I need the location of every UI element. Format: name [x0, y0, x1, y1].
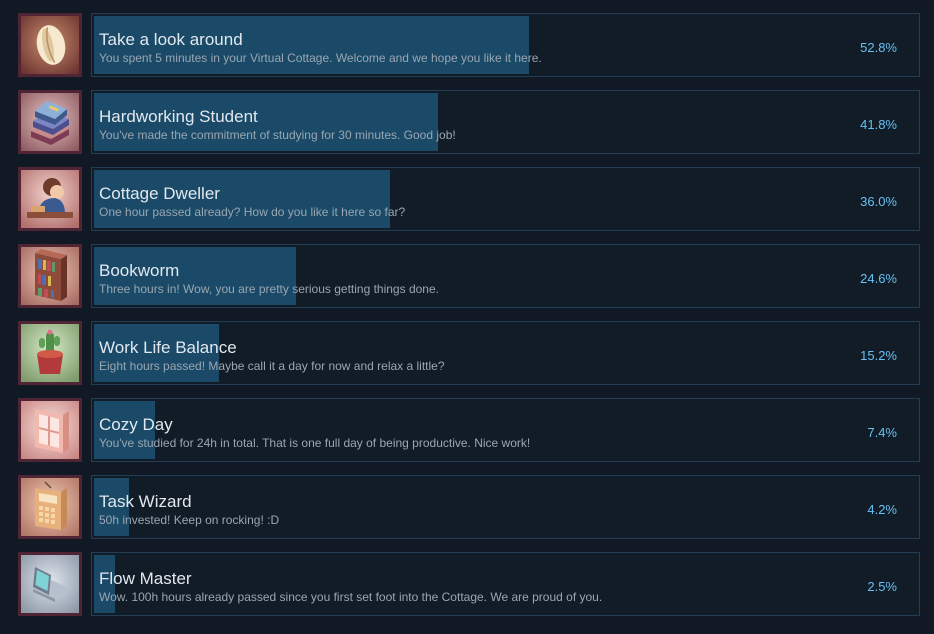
achievement-icon-frame [18, 244, 82, 308]
unlock-percentage: 4.2% [867, 502, 897, 517]
unlock-percentage: 15.2% [860, 348, 897, 363]
progress-bar: Take a look around You spent 5 minutes i… [91, 13, 920, 77]
achievement-row-bookworm[interactable]: Bookworm Three hours in! Wow, you are pr… [0, 244, 934, 308]
calculator-icon [21, 478, 79, 536]
achievement-description: One hour passed already? How do you like… [99, 205, 406, 219]
progress-bar: Cozy Day You've studied for 24h in total… [91, 398, 920, 462]
achievement-description: 50h invested! Keep on rocking! :D [99, 513, 280, 527]
coffee-bean-icon [21, 16, 79, 74]
achievement-icon-frame [18, 552, 82, 616]
person-at-desk-icon [21, 170, 79, 228]
achievement-description: Eight hours passed! Maybe call it a day … [99, 359, 445, 373]
progress-bar: Work Life Balance Eight hours passed! Ma… [91, 321, 920, 385]
progress-bar: Task Wizard 50h invested! Keep on rockin… [91, 475, 920, 539]
unlock-percentage: 52.8% [860, 40, 897, 55]
achievement-list: Take a look around You spent 5 minutes i… [0, 0, 934, 634]
achievement-title: Bookworm [99, 261, 180, 280]
window-icon [21, 401, 79, 459]
achievement-row-hardworking-student[interactable]: Hardworking Student You've made the comm… [0, 90, 934, 154]
unlock-percentage: 2.5% [867, 579, 897, 594]
achievement-description: You spent 5 minutes in your Virtual Cott… [99, 51, 542, 65]
achievement-icon-frame [18, 475, 82, 539]
book-stack-icon [21, 93, 79, 151]
achievement-row-flow-master[interactable]: Flow Master Wow. 100h hours already pass… [0, 552, 934, 616]
achievement-row-task-wizard[interactable]: Task Wizard 50h invested! Keep on rockin… [0, 475, 934, 539]
achievement-title: Hardworking Student [99, 107, 258, 126]
achievement-title: Cottage Dweller [99, 184, 220, 203]
achievement-title: Take a look around [99, 30, 243, 49]
achievement-row-cottage-dweller[interactable]: Cottage Dweller One hour passed already?… [0, 167, 934, 231]
achievement-title: Flow Master [99, 569, 192, 588]
progress-bar: Cottage Dweller One hour passed already?… [91, 167, 920, 231]
unlock-percentage: 41.8% [860, 117, 897, 132]
progress-bar: Bookworm Three hours in! Wow, you are pr… [91, 244, 920, 308]
unlock-percentage: 24.6% [860, 271, 897, 286]
achievement-description: Three hours in! Wow, you are pretty seri… [99, 282, 439, 296]
progress-bar: Flow Master Wow. 100h hours already pass… [91, 552, 920, 616]
laptop-icon [21, 555, 79, 613]
achievement-title: Work Life Balance [99, 338, 237, 357]
achievement-description: You've made the commitment of studying f… [99, 128, 456, 142]
achievement-row-work-life-balance[interactable]: Work Life Balance Eight hours passed! Ma… [0, 321, 934, 385]
achievement-icon-frame [18, 321, 82, 385]
achievement-title: Cozy Day [99, 415, 173, 434]
achievement-row-cozy-day[interactable]: Cozy Day You've studied for 24h in total… [0, 398, 934, 462]
achievement-description: You've studied for 24h in total. That is… [99, 436, 531, 450]
unlock-percentage: 36.0% [860, 194, 897, 209]
unlock-percentage: 7.4% [867, 425, 897, 440]
achievement-icon-frame [18, 90, 82, 154]
achievement-icon-frame [18, 398, 82, 462]
achievement-icon-frame [18, 13, 82, 77]
achievement-row-take-a-look-around[interactable]: Take a look around You spent 5 minutes i… [0, 13, 934, 77]
achievement-icon-frame [18, 167, 82, 231]
progress-bar: Hardworking Student You've made the comm… [91, 90, 920, 154]
achievement-title: Task Wizard [99, 492, 192, 511]
potted-cactus-icon [21, 324, 79, 382]
bookshelf-icon [21, 247, 79, 305]
achievement-description: Wow. 100h hours already passed since you… [99, 590, 603, 604]
